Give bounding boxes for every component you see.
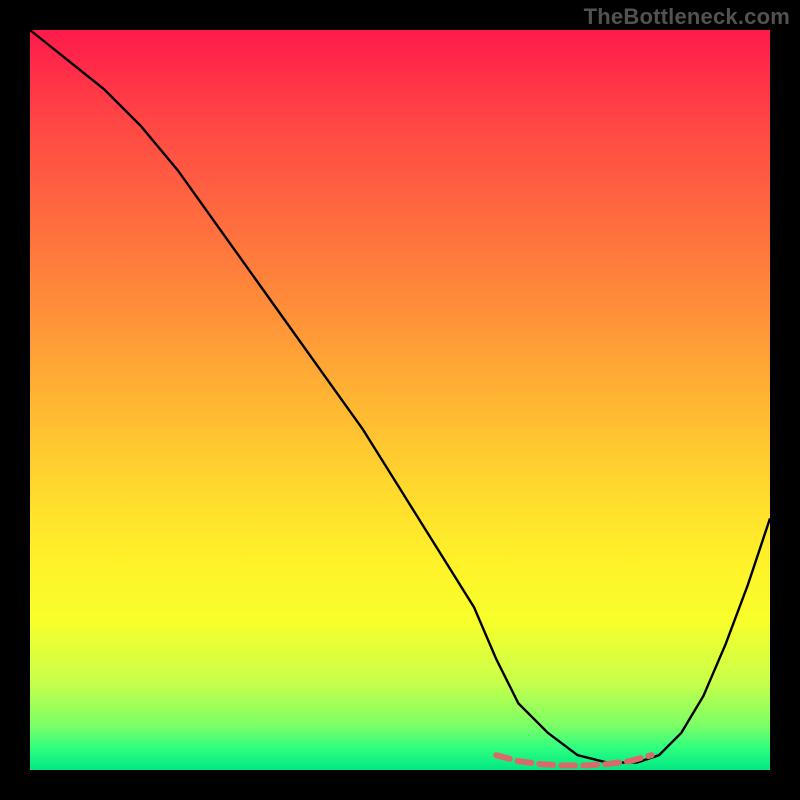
bottleneck-curve bbox=[30, 30, 770, 763]
optimal-range-marker bbox=[496, 755, 651, 765]
chart-frame: TheBottleneck.com bbox=[0, 0, 800, 800]
watermark-text: TheBottleneck.com bbox=[584, 4, 790, 30]
plot-area bbox=[30, 30, 770, 770]
chart-svg bbox=[30, 30, 770, 770]
